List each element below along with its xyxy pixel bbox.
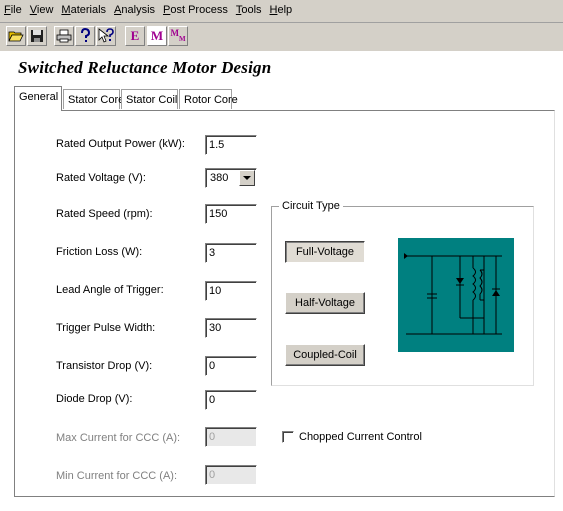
tab-rotor-core[interactable]: Rotor Core: [179, 89, 238, 109]
open-folder-icon[interactable]: [6, 26, 26, 46]
rated-voltage-select[interactable]: 380: [205, 168, 257, 188]
toolbar: E M MM: [0, 23, 563, 51]
toolbar-m-button[interactable]: M: [147, 26, 167, 46]
lead-angle-input[interactable]: 10: [205, 281, 257, 301]
dropdown-arrow-icon[interactable]: [239, 170, 255, 186]
trigger-pulse-width-input[interactable]: 30: [205, 318, 257, 338]
page-title: Switched Reluctance Motor Design: [18, 58, 272, 77]
tab-general[interactable]: General: [14, 86, 62, 111]
e-icon: E: [130, 28, 140, 43]
max-current-ccc-input: 0: [205, 427, 257, 447]
menu-file[interactable]: File: [0, 0, 26, 20]
coupled-coil-button[interactable]: Coupled-Coil: [285, 344, 365, 366]
friction-loss-input[interactable]: 3: [205, 243, 257, 263]
tab-stator-coil[interactable]: Stator Coil: [121, 89, 178, 109]
circuit-type-label: Circuit Type: [279, 200, 343, 212]
save-disk-icon[interactable]: [27, 26, 47, 46]
menu-help[interactable]: Help: [266, 0, 297, 20]
help-icon[interactable]: [75, 26, 95, 46]
friction-loss-label: Friction Loss (W):: [56, 246, 143, 258]
chopped-current-control-checkbox[interactable]: [282, 431, 294, 443]
circuit-schematic-icon: [404, 253, 502, 335]
min-current-ccc-input: 0: [205, 465, 257, 485]
max-current-ccc-label: Max Current for CCC (A):: [56, 432, 181, 444]
menu-view[interactable]: View: [26, 0, 58, 20]
rated-output-power-label: Rated Output Power (kW):: [56, 138, 185, 150]
m-sub-icon: M: [178, 35, 186, 43]
chopped-current-control-label: Chopped Current Control: [299, 431, 422, 443]
transistor-drop-input[interactable]: 0: [205, 356, 257, 376]
diode-drop-input[interactable]: 0: [205, 390, 257, 410]
diode-drop-label: Diode Drop (V):: [56, 393, 133, 405]
rated-output-power-input[interactable]: 1.5: [205, 135, 257, 155]
min-current-ccc-label: Min Current for CCC (A):: [56, 470, 178, 482]
trigger-pulse-width-label: Trigger Pulse Width:: [56, 322, 156, 334]
m-sup-icon: M: [170, 28, 179, 38]
print-icon[interactable]: [54, 26, 74, 46]
rated-speed-label: Rated Speed (rpm):: [56, 208, 153, 220]
rated-voltage-value: 380: [210, 172, 229, 184]
m-icon: M: [150, 28, 164, 43]
menu-tools[interactable]: Tools: [232, 0, 266, 20]
toolbar-e-button[interactable]: E: [125, 26, 145, 46]
menu-bar: File View Materials Analysis Post Process Too…: [0, 0, 563, 23]
rated-speed-input[interactable]: 150: [205, 204, 257, 224]
tab-stator-core[interactable]: Stator Core: [63, 89, 124, 109]
menu-materials[interactable]: Materials: [57, 0, 110, 20]
lead-angle-label: Lead Angle of Trigger:: [56, 284, 164, 296]
transistor-drop-label: Transistor Drop (V):: [56, 360, 153, 372]
circuit-diagram: [398, 238, 514, 352]
rated-voltage-label: Rated Voltage (V):: [56, 172, 146, 184]
menu-analysis[interactable]: Analysis: [110, 0, 159, 20]
context-help-icon[interactable]: [96, 26, 116, 46]
menu-post-process[interactable]: Post Process: [159, 0, 232, 20]
half-voltage-button[interactable]: Half-Voltage: [285, 292, 365, 314]
full-voltage-button[interactable]: Full-Voltage: [285, 241, 365, 263]
toolbar-mm-button[interactable]: MM: [168, 26, 188, 46]
